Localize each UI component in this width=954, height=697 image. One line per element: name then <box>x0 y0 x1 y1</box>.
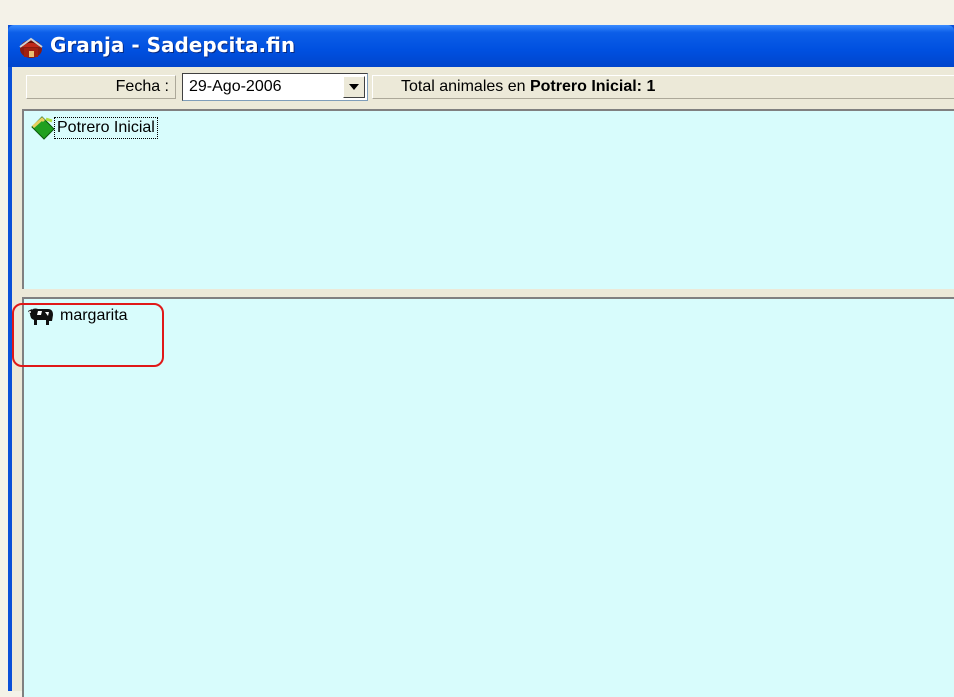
date-dropdown-button[interactable] <box>343 76 365 98</box>
window-title: Granja - Sadepcita.fin <box>50 33 296 57</box>
date-value[interactable]: 29-Ago-2006 <box>189 78 282 96</box>
total-value: Potrero Inicial: 1 <box>529 78 656 95</box>
paddock-tree[interactable]: Potrero Inicial <box>22 109 954 289</box>
total-animals-panel: Total animales en Potrero Inicial: 1 <box>372 75 954 99</box>
date-picker[interactable]: 29-Ago-2006 <box>182 73 368 101</box>
chevron-down-icon <box>349 84 359 90</box>
annotation-highlight <box>12 303 164 367</box>
barn-icon <box>19 37 43 58</box>
title-bar[interactable]: Granja - Sadepcita.fin <box>8 25 954 67</box>
total-prefix: Total animales en <box>401 78 526 95</box>
toolbar: Fecha : 29-Ago-2006 Total animales en Po… <box>12 67 954 105</box>
pane-splitter[interactable] <box>22 289 954 297</box>
tree-item-potrero-inicial[interactable]: Potrero Inicial <box>30 115 158 141</box>
paddock-icon <box>31 116 55 140</box>
client-area: Fecha : 29-Ago-2006 Total animales en Po… <box>12 67 954 697</box>
fecha-label: Fecha : <box>26 75 176 99</box>
tree-item-label: Potrero Inicial <box>54 117 158 139</box>
